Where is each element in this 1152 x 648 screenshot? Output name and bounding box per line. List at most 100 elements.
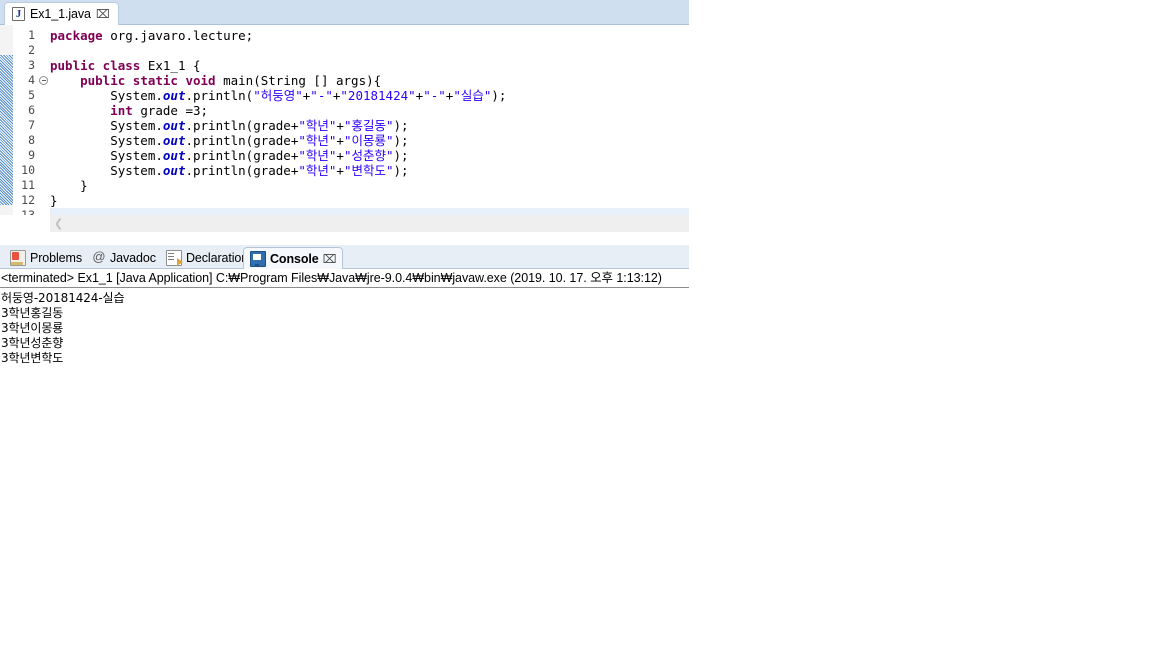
code-line[interactable]: } [50,193,689,208]
code-line[interactable]: public class Ex1_1 { [50,58,689,73]
line-number-gutter: 1 2 3 4 5 6 7 8 9 10 11 12 13 [13,25,38,215]
code-line[interactable]: package org.javaro.lecture; [50,28,689,43]
code-line[interactable]: System.out.println(grade+"학년"+"성춘향"); [50,148,689,163]
code-token: "-" [423,88,446,103]
console-view-body[interactable]: <terminated> Ex1_1 [Java Application] C:… [0,269,689,648]
code-token: "변학도" [343,163,394,178]
code-line[interactable]: int grade =3; [50,103,689,118]
line-number: 12 [21,193,35,207]
code-line[interactable]: System.out.println(grade+"학년"+"변학도"); [50,163,689,178]
code-token: "성춘향" [343,148,394,163]
code-token: out [162,88,186,103]
editor-tab-label: Ex1_1.java [30,7,91,21]
line-number: 4 [28,73,35,87]
console-output-line: 3학년이몽룡 [1,321,64,335]
editor-bottom-gap [0,232,689,240]
declaration-icon [166,250,183,266]
code-token: grade =3; [140,103,209,118]
code-token: out [162,118,186,133]
code-token: int [110,103,141,118]
line-number: 3 [28,58,35,72]
editor-text-area[interactable]: 1 2 3 4 5 6 7 8 9 10 11 12 13 package org.javaro.lec… [0,25,689,215]
chevron-left-icon[interactable]: ❮ [54,218,63,229]
code-token: "이몽룡" [343,133,394,148]
scrollbar-gutter-pad [0,215,50,232]
editor-tab-bar: Ex1_1.java ⌧ [0,0,689,25]
line-number: 10 [21,163,35,177]
tab-label: Javadoc [110,251,156,265]
source-code-area[interactable]: package org.javaro.lecture; public class … [50,25,689,215]
code-token: ); [393,148,409,163]
java-file-icon [12,7,25,21]
console-output-line: 3학년홍길동 [1,306,64,320]
code-line[interactable]: public static void main(String [] args){ [50,73,689,88]
code-token: System. [50,88,163,103]
code-line[interactable]: System.out.println("허둥영"+"-"+"20181424"+… [50,88,689,103]
fold-collapse-icon[interactable] [39,76,48,85]
console-status-line: <terminated> Ex1_1 [Java Application] C:… [0,269,689,288]
console-icon [250,250,266,267]
tab-label: Problems [30,251,82,265]
code-token: out [162,163,186,178]
code-token: } [50,178,88,193]
code-token: ); [393,163,409,178]
code-token: System. [50,148,163,163]
javadoc-icon [92,249,106,265]
line-number: 13 [21,208,35,215]
code-token: "-" [310,88,333,103]
console-output[interactable]: 허둥영-20181424-실습 3학년홍길동 3학년이몽룡 3학년성춘향 3학년변학도 [0,291,689,366]
line-number: 1 [28,28,35,42]
code-token: + [336,163,344,178]
code-token: + [336,148,344,163]
scrollbar-track[interactable]: ❮ [50,215,689,232]
bottom-view-panel: Problems Javadoc Declaration Console ⌧ <term… [0,240,689,648]
code-token: out [162,133,186,148]
line-number: 8 [28,133,35,147]
folding-column[interactable] [38,25,50,215]
editor-horizontal-scrollbar[interactable]: ❮ [0,215,689,232]
code-line[interactable] [50,208,689,215]
code-token: .println(grade+ [185,118,299,133]
line-number: 7 [28,118,35,132]
code-token: public static void [80,73,224,88]
code-token: + [336,118,344,133]
line-number: 6 [28,103,35,117]
line-number: 2 [28,43,35,57]
code-token: ); [393,133,409,148]
code-token: System. [50,133,163,148]
code-token: "학년" [298,133,337,148]
problems-icon [10,250,26,266]
code-token: .println(grade+ [185,148,299,163]
console-output-line: 3학년성춘향 [1,336,64,350]
code-line[interactable]: System.out.println(grade+"학년"+"이몽룡"); [50,133,689,148]
code-token: out [162,148,186,163]
code-token: Ex1_1 { [147,58,201,73]
close-icon[interactable]: ⌧ [96,8,110,20]
code-token: package [50,28,111,43]
code-line[interactable] [50,43,689,58]
code-token: .println(grade+ [185,133,299,148]
code-token: } [50,193,58,208]
editor-tab-ex1-1-java[interactable]: Ex1_1.java ⌧ [4,2,119,25]
code-token: + [336,133,344,148]
close-icon[interactable]: ⌧ [323,253,337,265]
code-line[interactable]: System.out.println(grade+"학년"+"홍길동"); [50,118,689,133]
code-token: "학년" [298,163,337,178]
line-number: 11 [21,178,35,192]
code-token: public class [50,58,148,73]
code-line[interactable]: } [50,178,689,193]
code-token: "20181424" [340,88,416,103]
code-token: System. [50,163,163,178]
code-token: "학년" [298,148,337,163]
line-number: 5 [28,88,35,102]
java-editor-panel: Ex1_1.java ⌧ 12345678910111213 package o… [0,0,689,240]
tab-declaration[interactable]: Declaration [160,247,254,269]
tab-problems[interactable]: Problems [4,247,88,269]
code-token: System. [50,118,163,133]
tab-label: Console [270,251,319,266]
tab-javadoc[interactable]: Javadoc [86,247,162,269]
tab-console[interactable]: Console ⌧ [243,247,344,269]
line-number: 9 [28,148,35,162]
